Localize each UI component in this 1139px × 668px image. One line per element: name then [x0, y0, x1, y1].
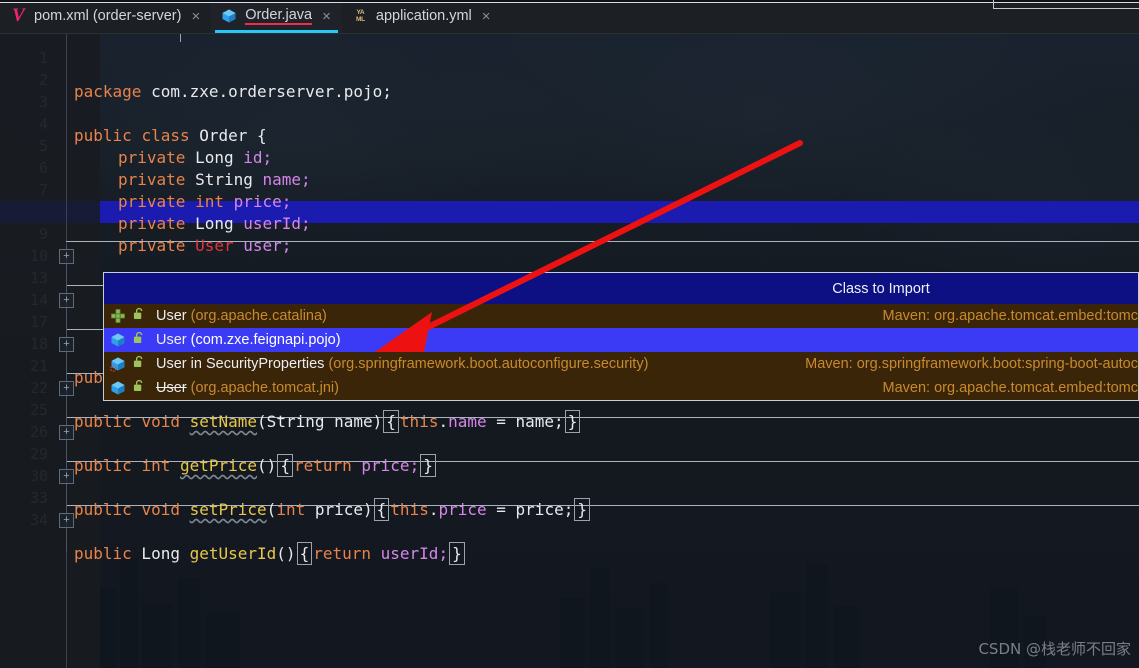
popup-item-class-name: User: [156, 380, 187, 396]
editor-tab-order[interactable]: Order.java ×: [211, 0, 342, 33]
popup-item-label: User (org.apache.tomcat.jni): [156, 380, 883, 396]
unlock-icon: [133, 355, 144, 373]
tab-bar-divider: [180, 34, 181, 42]
class-excluded-icon: [110, 356, 127, 373]
editor-gutter[interactable]: [0, 34, 100, 668]
current-line-highlight: [0, 201, 1139, 223]
popup-item-package: (org.apache.tomcat.jni): [190, 380, 339, 396]
close-icon[interactable]: ×: [482, 9, 491, 24]
popup-item-icons: [110, 307, 156, 325]
interface-icon: [110, 308, 127, 325]
editor-tab-bar: Vpom.xml (order-server) × Order.java × YA ML…: [0, 0, 1139, 34]
code-line: private Long id;: [118, 148, 273, 167]
popup-item[interactable]: User in SecurityProperties (org.springfr…: [104, 352, 1138, 376]
skyline-silhouette: [90, 558, 1046, 668]
fold-expand-icon[interactable]: +: [59, 381, 74, 396]
intellij-editor-window: Vpom.xml (order-server) × Order.java × YA ML…: [0, 0, 1139, 668]
unlock-icon: [133, 307, 144, 325]
popup-item-icons: [110, 355, 156, 373]
popup-item[interactable]: User (com.zxe.feignapi.pojo): [104, 328, 1138, 352]
popup-item[interactable]: User (org.apache.catalina) Maven: org.apa…: [104, 304, 1138, 328]
popup-item[interactable]: User (org.apache.tomcat.jni) Maven: org.a…: [104, 376, 1138, 400]
class-to-import-popup[interactable]: Class to Import User (org.apache.catalin…: [103, 272, 1139, 401]
fold-expand-icon[interactable]: +: [59, 425, 74, 440]
popup-item-class-name: User: [156, 332, 187, 348]
editor-tab-label: pom.xml (order-server): [34, 8, 182, 25]
editor-tab-pom[interactable]: Vpom.xml (order-server) ×: [0, 0, 211, 33]
code-line: public int getPrice(){return price;}: [74, 454, 437, 477]
code-line: private User user;: [118, 236, 292, 255]
yaml-icon: YA ML: [355, 9, 365, 23]
java-class-icon: [221, 8, 238, 25]
popup-item-class-name: User: [156, 308, 187, 324]
close-icon[interactable]: ×: [322, 9, 331, 24]
popup-item-class-name: User in SecurityProperties: [156, 356, 325, 372]
close-icon[interactable]: ×: [191, 9, 200, 24]
code-line: public class Order {: [74, 126, 267, 145]
popup-item-source: Maven: org.springframework.boot:spring-b…: [805, 356, 1138, 372]
window-top-divider: [0, 2, 1139, 3]
maven-icon: V: [12, 5, 25, 26]
editor-tab-label: application.yml: [375, 8, 472, 25]
csdn-watermark: CSDN @栈老师不回家: [978, 640, 1131, 658]
popup-item-list[interactable]: User (org.apache.catalina) Maven: org.apa…: [104, 304, 1138, 400]
fold-region-marker: [66, 461, 1139, 462]
fold-region-marker: [66, 417, 1139, 418]
editor-tab-application[interactable]: YA ML application.yml ×: [342, 0, 502, 33]
editor-tab-label: Order.java: [245, 8, 313, 26]
popup-item-package: (org.springframework.boot.autoconfigure.…: [328, 356, 649, 372]
fold-expand-icon[interactable]: +: [59, 249, 74, 264]
popup-item-icons: [110, 379, 156, 397]
fold-expand-icon[interactable]: +: [59, 337, 74, 352]
fold-expand-icon[interactable]: +: [59, 513, 74, 528]
class-icon: [110, 380, 127, 397]
popup-item-package: (com.zxe.feignapi.pojo): [190, 332, 341, 348]
popup-item-icons: [110, 331, 156, 349]
fold-expand-icon[interactable]: +: [59, 293, 74, 308]
fold-region-marker: [66, 241, 1139, 242]
code-line: package com.zxe.orderserver.pojo;: [74, 82, 392, 101]
unlock-icon: [133, 379, 144, 397]
code-line: public Long getUserId(){return userId;}: [74, 542, 466, 565]
class-icon: [110, 332, 127, 349]
popup-item-source: Maven: org.apache.tomcat.embed:tomc: [882, 308, 1139, 324]
popup-item-label: User in SecurityProperties (org.springfr…: [156, 356, 805, 372]
popup-item-source: Maven: org.apache.tomcat.embed:tomc: [882, 380, 1139, 396]
popup-title: Class to Import: [104, 273, 1138, 304]
fold-expand-icon[interactable]: +: [59, 469, 74, 484]
window-top-right-panel: [993, 0, 1139, 9]
code-line: private String name;: [118, 170, 311, 189]
unlock-icon: [133, 331, 144, 349]
code-line: public void setPrice(int price){this.pri…: [74, 498, 591, 521]
popup-item-label: User (org.apache.catalina): [156, 308, 883, 324]
fold-region-marker: [66, 505, 1139, 506]
popup-item-label: User (com.zxe.feignapi.pojo): [156, 332, 1138, 348]
code-line: public void setName(String name){this.na…: [74, 410, 581, 433]
fold-connector-line: [66, 245, 67, 553]
popup-item-package: (org.apache.catalina): [190, 308, 327, 324]
